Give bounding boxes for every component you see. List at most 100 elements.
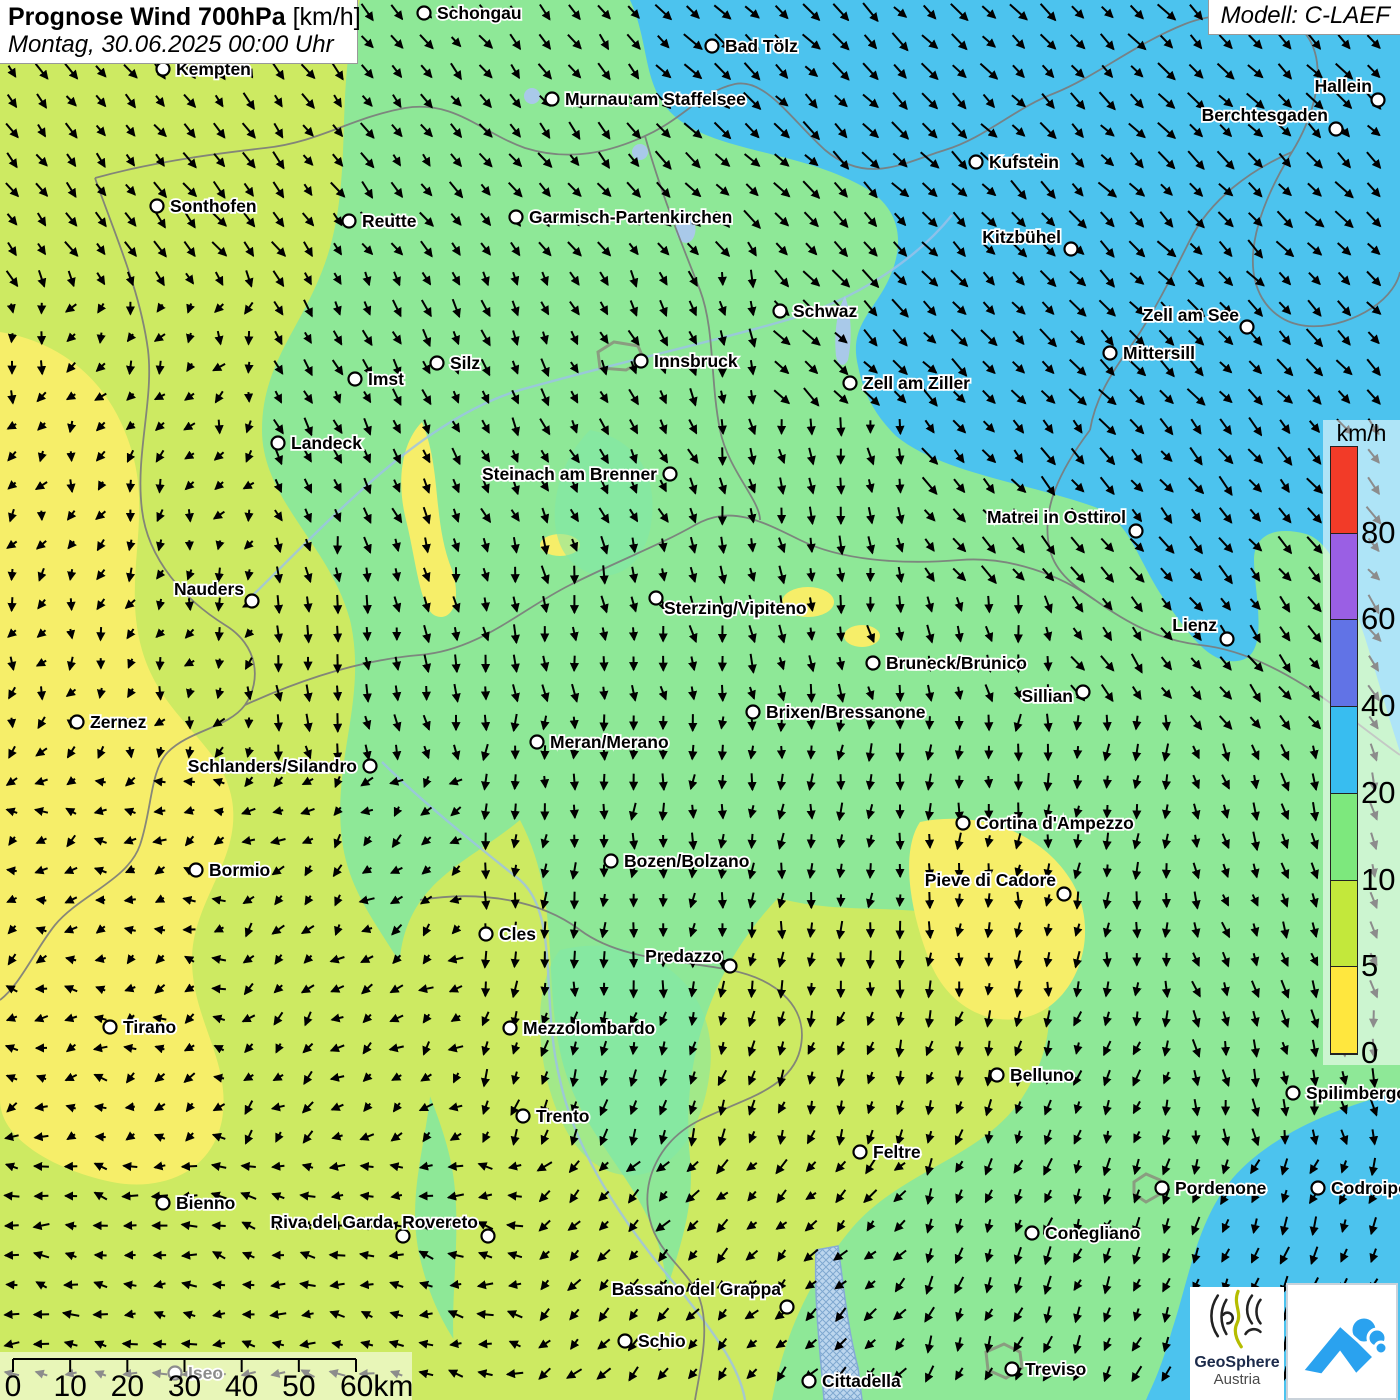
city-label: Imst bbox=[368, 369, 404, 389]
wind-arrow bbox=[41, 511, 42, 520]
wind-arrow bbox=[420, 1196, 433, 1197]
title-box: Prognose Wind 700hPa [km/h] Montag, 30.0… bbox=[0, 0, 358, 64]
wind-arrow bbox=[337, 595, 338, 613]
wind-arrow bbox=[182, 1166, 197, 1167]
city-label: Steinach am Brenner bbox=[482, 464, 657, 484]
wind-arrow bbox=[574, 805, 575, 818]
wind-arrow bbox=[988, 776, 989, 787]
legend-tick-label: 80 bbox=[1361, 517, 1395, 548]
wind-arrow bbox=[633, 952, 634, 967]
wind-arrow bbox=[545, 745, 546, 758]
wind-arrow bbox=[154, 1344, 166, 1345]
wind-arrow bbox=[219, 598, 220, 611]
city-label: Pordenone bbox=[1175, 1178, 1267, 1198]
wind-arrow bbox=[544, 983, 545, 995]
wind-arrow bbox=[900, 774, 901, 790]
city-label: Innsbruck bbox=[654, 351, 738, 371]
wind-arrow bbox=[248, 510, 249, 521]
wind-arrow bbox=[11, 718, 12, 727]
wind-arrow bbox=[243, 1285, 254, 1286]
weather-map: SchongauBad TölzKemptenMurnau am Staffel… bbox=[0, 0, 1400, 1400]
city-marker bbox=[1026, 1227, 1039, 1240]
wind-arrow bbox=[811, 834, 812, 847]
wind-arrow bbox=[219, 659, 220, 668]
city-label: Garmisch-Partenkirchen bbox=[529, 207, 732, 227]
wind-arrow bbox=[213, 1225, 226, 1226]
wind-arrow bbox=[929, 921, 930, 938]
city-marker bbox=[635, 355, 648, 368]
wind-arrow bbox=[544, 776, 545, 787]
wind-arrow bbox=[722, 804, 723, 818]
city-label: Pieve di Cadore bbox=[925, 870, 1057, 890]
city-label: Bozen/Bolzano bbox=[624, 851, 749, 871]
wind-arrow bbox=[123, 1195, 139, 1196]
title-unit: [km/h] bbox=[286, 3, 361, 31]
model-box: Modell: C-LAEF bbox=[1208, 0, 1400, 35]
wind-arrow bbox=[189, 717, 190, 729]
city-label: Schongau bbox=[437, 3, 522, 23]
wind-arrow bbox=[900, 951, 901, 968]
wind-arrow bbox=[479, 1344, 491, 1345]
wind-arrow bbox=[751, 981, 752, 997]
wind-arrow bbox=[34, 1344, 49, 1345]
city-marker bbox=[844, 377, 857, 390]
wind-arrow bbox=[781, 746, 782, 758]
city-label: Belluno bbox=[1010, 1065, 1074, 1085]
city-marker bbox=[774, 305, 787, 318]
wind-arrow bbox=[722, 685, 723, 701]
city-label: Kitzbühel bbox=[982, 227, 1061, 247]
city-marker bbox=[747, 706, 760, 719]
wind-arrow bbox=[130, 480, 131, 492]
wind-arrow bbox=[189, 509, 190, 521]
wind-arrow bbox=[1107, 865, 1108, 877]
wind-arrow bbox=[1107, 776, 1108, 788]
wind-arrow bbox=[1077, 746, 1078, 758]
wind-arrow bbox=[34, 1166, 49, 1167]
wind-arrow bbox=[5, 1255, 19, 1256]
city-marker bbox=[1104, 347, 1117, 360]
wind-arrow bbox=[485, 715, 486, 730]
wind-arrow bbox=[509, 1195, 522, 1196]
wind-arrow bbox=[189, 598, 190, 609]
legend-segment bbox=[1331, 794, 1357, 881]
wind-arrow bbox=[1196, 1130, 1197, 1143]
city-marker bbox=[482, 1230, 495, 1243]
wind-arrow bbox=[722, 745, 723, 759]
city-marker bbox=[1156, 1182, 1169, 1195]
city-label: Reutte bbox=[362, 211, 417, 231]
city-label: Cortina d'Ampezzo bbox=[976, 813, 1134, 833]
city-marker bbox=[1065, 243, 1078, 256]
wind-arrow bbox=[515, 774, 516, 789]
wind-arrow bbox=[900, 419, 901, 434]
wind-arrow bbox=[900, 894, 901, 905]
city-label: Schlanders/Silandro bbox=[188, 756, 357, 776]
wind-arrow bbox=[449, 1166, 463, 1167]
wind-arrow bbox=[929, 716, 930, 728]
wind-arrow bbox=[337, 626, 338, 642]
city-label: Zernez bbox=[90, 712, 147, 732]
wind-arrow bbox=[155, 811, 166, 812]
city-label: Cittadella bbox=[822, 1371, 901, 1391]
city-marker bbox=[803, 1375, 816, 1388]
city-marker bbox=[272, 437, 285, 450]
city-marker bbox=[854, 1146, 867, 1159]
wind-arrow bbox=[840, 417, 841, 435]
wind-arrow bbox=[752, 922, 753, 937]
wind-arrow bbox=[1047, 982, 1048, 996]
city-label: Brixen/Bressanone bbox=[766, 702, 926, 722]
mountain-logo-icon bbox=[1288, 1285, 1396, 1398]
wind-arrow bbox=[1137, 891, 1138, 908]
city-marker bbox=[1330, 123, 1343, 136]
wind-arrow bbox=[330, 1255, 345, 1256]
legend-segment bbox=[1331, 967, 1357, 1054]
city-label: Sterzing/Vipiteno bbox=[664, 598, 807, 618]
city-marker bbox=[157, 1197, 170, 1210]
wind-arrow bbox=[900, 980, 901, 997]
wind-arrow bbox=[574, 717, 575, 728]
map-canvas[interactable]: SchongauBad TölzKemptenMurnau am Staffel… bbox=[0, 0, 1400, 1400]
scalebar-label: 40 bbox=[225, 1370, 258, 1400]
city-label: Nauders bbox=[174, 579, 244, 599]
city-label: Kufstein bbox=[989, 152, 1059, 172]
wind-arrow bbox=[811, 746, 812, 759]
city-label: Mittersill bbox=[1123, 343, 1195, 363]
